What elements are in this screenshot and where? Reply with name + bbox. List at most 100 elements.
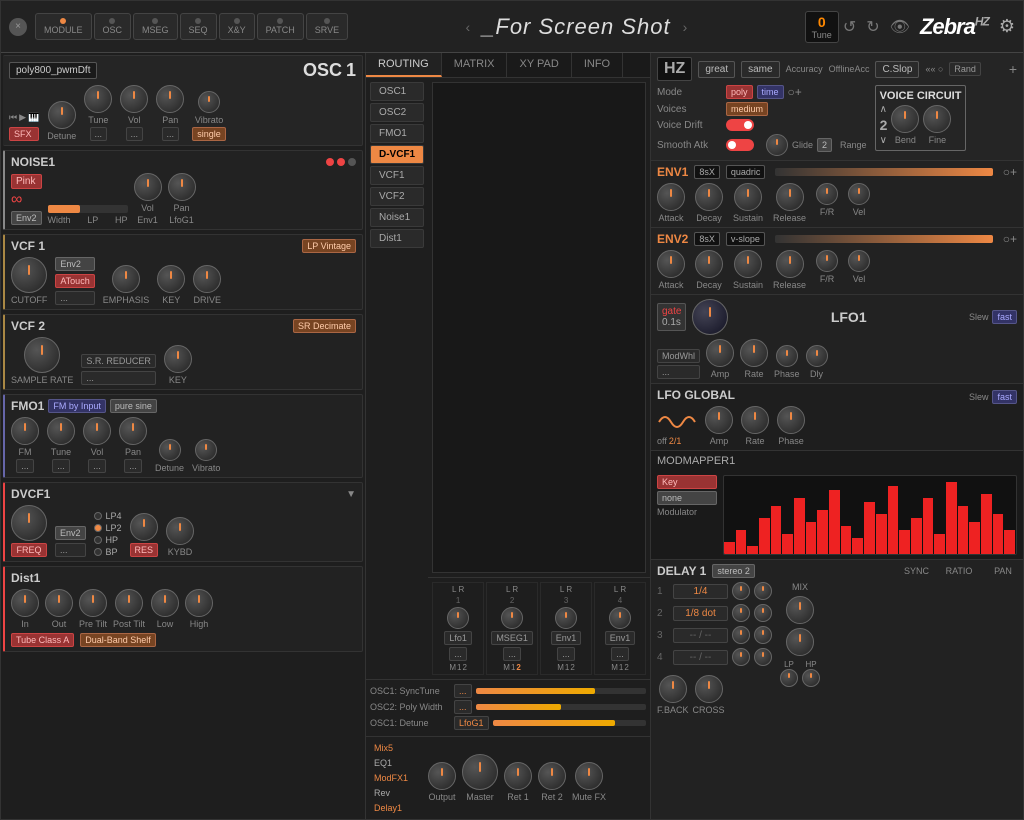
env1-decay-knob[interactable] <box>695 183 723 211</box>
osc1-vol-btn[interactable]: ... <box>126 127 144 141</box>
vcf2-sr-reducer[interactable]: S.R. REDUCER <box>81 354 156 368</box>
ch3-knob[interactable] <box>555 607 577 629</box>
lfo-global-slew-val[interactable]: fast <box>992 390 1017 404</box>
env1-sustain-knob[interactable] <box>734 183 762 211</box>
delay1-lp-knob[interactable] <box>780 669 798 687</box>
osc1-vibrato-knob[interactable] <box>198 91 220 113</box>
vcf1-more-btn[interactable]: ... <box>55 291 94 305</box>
vc-fine-knob[interactable] <box>923 105 951 133</box>
hz-preset1[interactable]: great <box>698 61 735 78</box>
ch2-mseg[interactable]: MSEG1 <box>491 631 533 645</box>
route-osc1-synctune-target[interactable]: ... <box>454 684 472 698</box>
route-vcf2[interactable]: VCF2 <box>370 187 424 206</box>
lfo1-phase-knob[interactable] <box>776 345 798 367</box>
osc1-tune-btn[interactable]: ... <box>90 127 108 141</box>
lfo1-modwhl-btn[interactable]: ModWhl <box>657 349 700 363</box>
prev-button[interactable]: ‹ <box>461 19 474 35</box>
ch1-btn[interactable]: ... <box>449 647 467 661</box>
env2-vel-knob[interactable] <box>848 250 870 272</box>
delay-row4-time[interactable]: -- / -- <box>673 650 728 665</box>
lfo-global-ratio[interactable]: 2/1 <box>669 436 682 446</box>
osc1-pan-btn[interactable]: ... <box>162 127 180 141</box>
hz-glide-val[interactable]: 2 <box>817 138 832 152</box>
env1-type[interactable]: 8sX <box>694 165 720 179</box>
dvcf1-kybd-knob[interactable] <box>166 517 194 545</box>
env2-release-knob[interactable] <box>776 250 804 278</box>
delay1-mix-knob2[interactable] <box>786 628 814 656</box>
modmapper-none[interactable]: none <box>657 491 717 505</box>
vc-down[interactable]: ∨ <box>880 135 888 146</box>
dvcf1-env[interactable]: Env2 <box>55 526 86 540</box>
fmo1-type2[interactable]: pure sine <box>110 399 157 413</box>
lfo1-rate-knob2[interactable] <box>740 339 768 367</box>
vcf2-sr-knob[interactable] <box>24 337 60 373</box>
osc1-detune-knob[interactable] <box>48 101 76 129</box>
tab-srve[interactable]: SRVE <box>306 13 348 40</box>
hz-offline-label[interactable]: OfflineAcc <box>829 64 870 74</box>
hz-accuracy-label[interactable]: Accuracy <box>786 64 823 74</box>
osc1-preset[interactable]: poly800_pwmDft <box>9 62 97 79</box>
lfo1-rate-knob[interactable] <box>692 299 728 335</box>
piano-icon[interactable]: 🎹 <box>28 112 39 123</box>
lfo1-slew-val[interactable]: fast <box>992 310 1017 324</box>
delay1-cross-knob[interactable] <box>695 675 723 703</box>
lfo-global-amp-knob[interactable] <box>705 406 733 434</box>
route-osc2[interactable]: OSC2 <box>370 103 424 122</box>
delay1-fback-knob[interactable] <box>659 675 687 703</box>
fx-mix5[interactable]: Mix5 <box>370 741 420 755</box>
close-button[interactable]: × <box>9 18 27 36</box>
env1-add-btn[interactable]: ○+ <box>1003 165 1017 179</box>
delay-row1-ratio[interactable] <box>732 582 750 600</box>
vcf1-env[interactable]: Env2 <box>55 257 94 271</box>
tab-osc[interactable]: OSC <box>94 13 132 40</box>
vcf1-emphasis-knob[interactable] <box>112 265 140 293</box>
fmo1-vol-btn[interactable]: ... <box>88 459 106 473</box>
ch4-knob[interactable] <box>609 607 631 629</box>
delay-row2-ratio[interactable] <box>732 604 750 622</box>
dist1-low-knob[interactable] <box>151 589 179 617</box>
fmo1-tune-knob[interactable] <box>47 417 75 445</box>
delay-row4-pan[interactable] <box>754 648 772 666</box>
vcf1-key-knob[interactable] <box>157 265 185 293</box>
noise1-slider-track[interactable] <box>48 205 128 213</box>
vc-bend-knob[interactable] <box>891 105 919 133</box>
fx-rev[interactable]: Rev <box>370 786 420 800</box>
osc1-tune-knob[interactable] <box>84 85 112 113</box>
env1-fr-knob[interactable] <box>816 183 838 205</box>
route-fmo1[interactable]: FMO1 <box>370 124 424 143</box>
vcf1-drive-knob[interactable] <box>193 265 221 293</box>
mutefx-knob[interactable] <box>575 762 603 790</box>
vcf1-type[interactable]: LP Vintage <box>302 239 356 253</box>
ret1-knob[interactable] <box>504 762 532 790</box>
dvcf1-arrow[interactable]: ▼ <box>346 489 356 500</box>
osc1-single-badge[interactable]: single <box>192 127 226 141</box>
env2-add-btn[interactable]: ○+ <box>1003 232 1017 246</box>
route-vcf1[interactable]: VCF1 <box>370 166 424 185</box>
dist1-type1[interactable]: Tube Class A <box>11 633 74 647</box>
noise1-type[interactable]: Pink <box>11 174 42 189</box>
dvcf1-lp4-radio[interactable] <box>94 512 102 520</box>
delay-row1-time[interactable]: 1/4 <box>673 584 728 599</box>
undo-button[interactable]: ↺ <box>843 17 856 37</box>
env2-attack-knob[interactable] <box>657 250 685 278</box>
dist1-high-knob[interactable] <box>185 589 213 617</box>
env1-curve[interactable]: quadric <box>726 165 766 179</box>
next-button[interactable]: › <box>679 19 692 35</box>
env2-sustain-knob[interactable] <box>734 250 762 278</box>
delay-row4-ratio[interactable] <box>732 648 750 666</box>
hz-vdrift-toggle[interactable] <box>726 119 754 131</box>
dvcf1-res-knob[interactable] <box>130 513 158 541</box>
dvcf1-more-btn[interactable]: ... <box>55 543 86 557</box>
fmo1-type1[interactable]: FM by Input <box>48 399 106 413</box>
rewind-icon[interactable]: ⏮ <box>9 112 17 123</box>
tab-matrix[interactable]: MATRIX <box>442 53 508 77</box>
env1-release-knob[interactable] <box>776 183 804 211</box>
tab-seq[interactable]: SEQ <box>180 13 217 40</box>
tab-xy[interactable]: X&Y <box>219 13 255 40</box>
cslop-select[interactable]: C.Slop <box>875 61 919 78</box>
send1-knob[interactable] <box>428 762 456 790</box>
delay-row1-pan[interactable] <box>754 582 772 600</box>
fmo1-detune-knob[interactable] <box>159 439 181 461</box>
env1-vel-knob[interactable] <box>848 183 870 205</box>
delay-row3-time[interactable]: -- / -- <box>673 628 728 643</box>
